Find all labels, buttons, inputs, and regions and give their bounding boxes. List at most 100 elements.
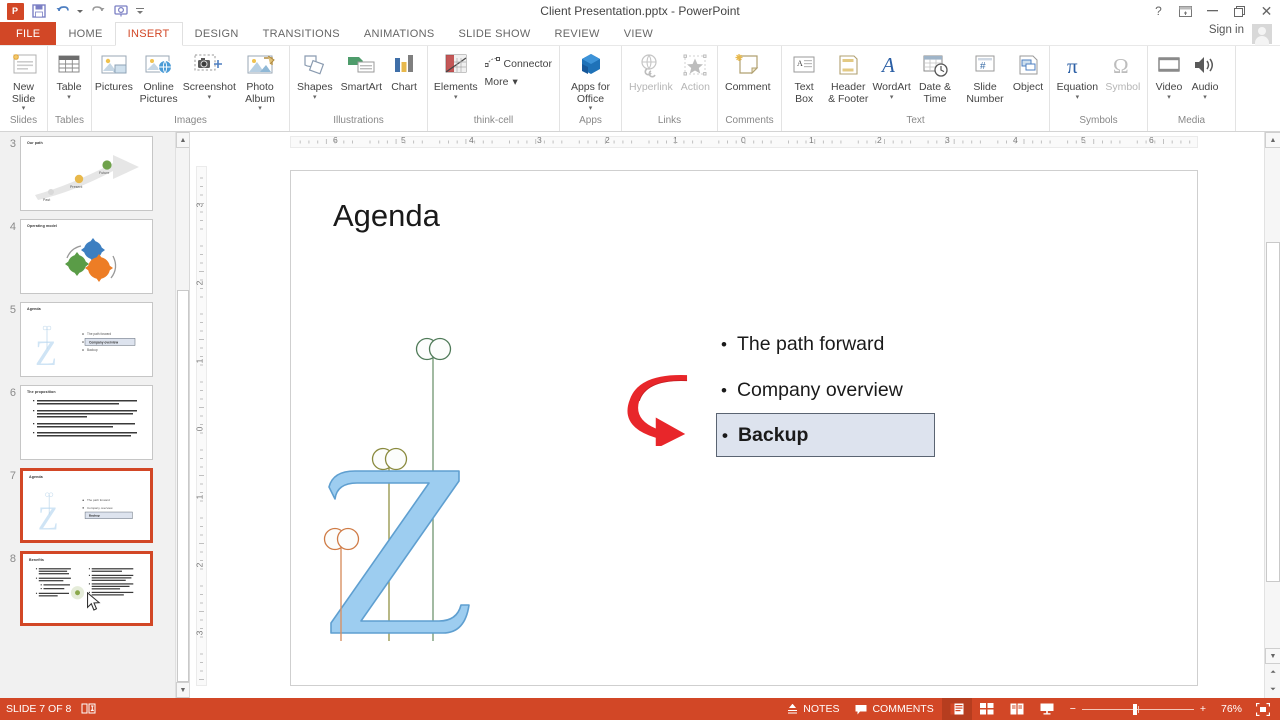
thumbnail-canvas[interactable]: Agenda Z The path forward Company overvi… <box>20 468 153 543</box>
chevron-down-icon[interactable]: ▾ <box>313 94 317 102</box>
save-icon[interactable] <box>28 1 50 21</box>
scroll-down-icon[interactable]: ▼ <box>1265 648 1280 664</box>
chevron-down-icon[interactable]: ▾ <box>454 94 458 102</box>
bullet-item-highlighted[interactable]: • Backup <box>716 413 935 457</box>
next-slide-button[interactable]: ⏷ <box>1265 681 1280 698</box>
connector-button[interactable]: Connector <box>481 54 556 74</box>
zoom-percentage[interactable]: 76% <box>1212 703 1242 715</box>
bullet-item[interactable]: • Company overview <box>721 367 1151 413</box>
comments-button[interactable]: COMMENTS <box>847 698 941 720</box>
tab-slide-show[interactable]: SLIDE SHOW <box>446 22 542 45</box>
thumbnail-slide-5[interactable]: 5 Agenda Z The path forward Company over… <box>0 298 189 381</box>
scroll-up-icon[interactable]: ▲ <box>176 132 189 148</box>
thumbnail-slide-7[interactable]: 7 Agenda Z The path forward Company over… <box>0 464 189 547</box>
restore-button[interactable] <box>1226 0 1253 22</box>
zoom-slider-handle[interactable] <box>1133 703 1138 715</box>
zoom-slider[interactable] <box>1081 703 1194 715</box>
tab-home[interactable]: HOME <box>56 22 114 45</box>
chevron-down-icon[interactable]: ▾ <box>1076 94 1080 102</box>
online-pictures-button[interactable]: Online Pictures <box>133 48 185 105</box>
slide-sorter-view-button[interactable] <box>972 698 1002 720</box>
slide-show-view-button[interactable] <box>1032 698 1062 720</box>
scroll-down-icon[interactable]: ▼ <box>176 682 189 698</box>
minimize-button[interactable] <box>1199 0 1226 22</box>
thumbnail-canvas[interactable]: Our path Past Present Future <box>20 136 153 211</box>
smartart-button[interactable]: SmartArt <box>337 48 386 94</box>
new-slide-button[interactable]: New Slide ▾ <box>3 48 44 113</box>
slide-number-button[interactable]: # Slide Number <box>960 48 1010 105</box>
help-button[interactable]: ? <box>1145 0 1172 22</box>
close-button[interactable]: ✕ <box>1253 0 1280 22</box>
tab-review[interactable]: REVIEW <box>543 22 612 45</box>
screenshot-button[interactable]: Screenshot ▾ <box>183 48 236 102</box>
tab-design[interactable]: DESIGN <box>183 22 251 45</box>
start-presentation-icon[interactable] <box>110 1 132 21</box>
reading-view-button[interactable] <box>1002 698 1032 720</box>
header-footer-button[interactable]: Header & Footer <box>823 48 873 105</box>
chevron-down-icon[interactable]: ▾ <box>22 105 26 113</box>
bullet-item[interactable]: • The path forward <box>721 321 1151 367</box>
chevron-down-icon[interactable]: ▾ <box>1203 94 1207 102</box>
language-icon[interactable] <box>81 703 96 715</box>
chevron-down-icon[interactable]: ▾ <box>67 94 71 102</box>
scrollbar-thumb[interactable] <box>1266 242 1280 582</box>
previous-slide-button[interactable]: ⏶ <box>1265 664 1280 681</box>
tab-file[interactable]: FILE <box>0 22 57 45</box>
undo-icon[interactable] <box>52 1 74 21</box>
thumbnail-slide-6[interactable]: 6 The proposition <box>0 381 189 464</box>
comment-button[interactable]: Comment <box>721 48 775 94</box>
slide-bullet-list[interactable]: • The path forward • Company overview • … <box>716 321 1151 457</box>
chevron-down-icon[interactable]: ▾ <box>258 105 262 113</box>
zoom-in-button[interactable]: + <box>1200 703 1206 715</box>
chevron-down-icon[interactable]: ▾ <box>208 94 212 102</box>
undo-dropdown-icon[interactable] <box>76 1 84 21</box>
zoom-out-button[interactable]: − <box>1070 703 1076 715</box>
account-avatar[interactable] <box>1252 24 1272 45</box>
chart-button[interactable]: Chart <box>386 48 422 94</box>
thumbnail-slide-3[interactable]: 3 Our path Past Present Future <box>0 132 189 215</box>
thumbnail-canvas[interactable]: Benefits <box>20 551 153 626</box>
stylized-z-graphic[interactable] <box>311 321 511 661</box>
redo-icon[interactable] <box>86 1 108 21</box>
chevron-down-icon[interactable]: ▾ <box>1167 94 1171 102</box>
chevron-down-icon[interactable]: ▾ <box>890 94 894 102</box>
audio-button[interactable]: Audio ▾ <box>1187 48 1223 102</box>
thinkcell-more-button[interactable]: More ▾ <box>481 74 556 90</box>
fit-slide-to-window-button[interactable] <box>1250 698 1276 720</box>
video-button[interactable]: Video ▾ <box>1151 48 1187 102</box>
slide-thumbnail-pane[interactable]: 3 Our path Past Present Future 4 Operati… <box>0 132 190 698</box>
ribbon-display-options-button[interactable] <box>1172 0 1199 22</box>
thumbnail-canvas[interactable]: The proposition <box>20 385 153 460</box>
chevron-down-icon[interactable]: ▾ <box>512 76 517 88</box>
chevron-down-icon[interactable]: ▾ <box>589 105 593 113</box>
photo-album-button[interactable]: Photo Album ▾ <box>234 48 286 113</box>
normal-view-button[interactable] <box>941 698 972 720</box>
thinkcell-elements-button[interactable]: Elements ▾ <box>431 48 481 102</box>
thumbnail-scrollbar[interactable]: ▲ ▼ <box>175 132 189 698</box>
shapes-button[interactable]: Shapes ▾ <box>293 48 337 102</box>
zoom-control[interactable]: − + 76% <box>1062 703 1250 715</box>
wordart-button[interactable]: A WordArt ▾ <box>872 48 910 102</box>
slide-editing-canvas[interactable]: Agenda • The path forward • Company over… <box>210 150 1256 698</box>
customize-quick-access-icon[interactable] <box>134 1 146 21</box>
thumbnail-slide-4[interactable]: 4 Operating model <box>0 215 189 298</box>
sign-in-button[interactable]: Sign in <box>1209 24 1244 36</box>
tab-insert[interactable]: INSERT <box>114 22 183 46</box>
scrollbar-thumb[interactable] <box>177 290 189 682</box>
pictures-button[interactable]: Pictures <box>95 48 133 94</box>
slide-indicator[interactable]: SLIDE 7 OF 8 <box>6 703 71 715</box>
tab-transitions[interactable]: TRANSITIONS <box>251 22 352 45</box>
date-time-button[interactable]: Date & Time <box>910 48 960 105</box>
thumbnail-slide-8[interactable]: 8 Benefits <box>0 547 189 630</box>
apps-for-office-button[interactable]: Apps for Office ▾ <box>563 48 618 113</box>
table-button[interactable]: Table ▾ <box>51 48 87 102</box>
equation-button[interactable]: π Equation ▾ <box>1053 48 1102 102</box>
thumbnail-canvas[interactable]: Operating model <box>20 219 153 294</box>
text-box-button[interactable]: A Text Box <box>785 48 823 105</box>
notes-button[interactable]: NOTES <box>779 698 847 720</box>
thumbnail-canvas[interactable]: Agenda Z The path forward Company overvi… <box>20 302 153 377</box>
current-slide[interactable]: Agenda • The path forward • Company over… <box>290 170 1198 686</box>
tab-animations[interactable]: ANIMATIONS <box>352 22 447 45</box>
scroll-up-icon[interactable]: ▲ <box>1265 132 1280 148</box>
tab-view[interactable]: VIEW <box>612 22 665 45</box>
